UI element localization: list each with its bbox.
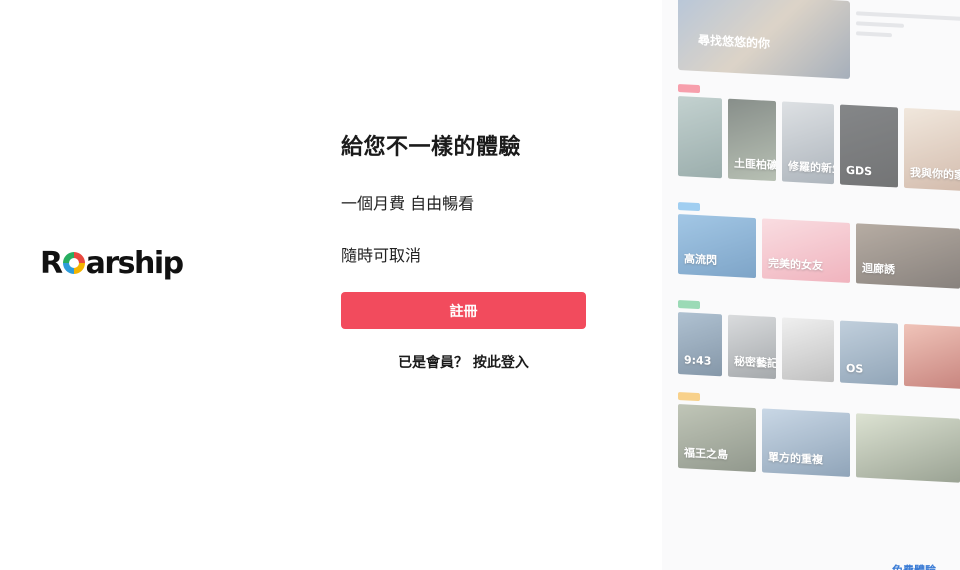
thumbnail-row: 9:43 秘密藝記 OS (678, 312, 960, 390)
thumbnail-row: 福王之島 單方的重複 (678, 404, 960, 483)
thumbnail-title: 修羅的新生 (788, 159, 834, 176)
collage-section: 福王之島 單方的重複 (678, 392, 960, 483)
show-thumbnail: GDS (840, 104, 898, 188)
thumbnail-title: 迴廊誘 (862, 261, 895, 277)
show-thumbnail (904, 323, 960, 390)
show-thumbnail: 高流閃 (678, 214, 756, 279)
logo-color-ring-icon (62, 252, 85, 274)
thumbnail-title: 秘密藝記 (734, 354, 776, 371)
content-preview-collage: 尋找悠悠的你 土匪柏礦團 修羅的新生 GDS 我與你的家高流閃 完美的女友 迴廊誘 9:43… (662, 0, 960, 570)
featured-description-lines (856, 11, 960, 47)
section-tag (678, 300, 700, 310)
section-tag (678, 202, 700, 212)
show-thumbnail: 秘密藝記 (728, 314, 776, 380)
show-thumbnail: 單方的重複 (762, 408, 850, 478)
show-thumbnail: 我與你的家 (904, 107, 960, 192)
thumbnail-title: GDS (846, 163, 873, 179)
thumbnail-title: 9:43 (684, 353, 712, 368)
featured-banner: 尋找悠悠的你 (678, 0, 850, 80)
section-tag (678, 84, 700, 94)
show-thumbnail: 福王之島 (678, 404, 756, 473)
thumbnail-row: 土匪柏礦團 修羅的新生 GDS 我與你的家 (678, 96, 960, 192)
thumbnail-title: 單方的重複 (768, 450, 823, 467)
free-trial-link[interactable]: 免費體驗 (892, 562, 936, 570)
show-thumbnail: 完美的女友 (762, 218, 850, 284)
thumbnail-title: 高流閃 (684, 252, 717, 268)
collage-section: 土匪柏礦團 修羅的新生 GDS 我與你的家 (678, 84, 960, 192)
roarship-logo: Rarship (40, 244, 184, 284)
thumbnail-title: 完美的女友 (768, 256, 823, 273)
hero-headline: 給您不一樣的體驗 (341, 135, 522, 160)
logo-wordmark: Rarship (40, 246, 184, 281)
hero-subline-monthly: 一個月費 自由暢看 (341, 194, 475, 213)
thumbnail-title: 土匪柏礦團 (734, 156, 776, 173)
thumbnail-title: 我與你的家 (910, 166, 960, 183)
featured-banner-title: 尋找悠悠的你 (698, 33, 771, 51)
show-thumbnail: 9:43 (678, 312, 722, 377)
show-thumbnail (782, 317, 834, 383)
collage-section: 高流閃 完美的女友 迴廊誘 (678, 202, 960, 289)
hero-subline-cancel: 隨時可取消 (341, 246, 422, 265)
collage-grid: 尋找悠悠的你 土匪柏礦團 修羅的新生 GDS 我與你的家高流閃 完美的女友 迴廊誘 9:43… (678, 0, 960, 483)
section-tag (678, 392, 700, 402)
show-thumbnail: 修羅的新生 (782, 101, 834, 185)
register-button[interactable]: 註冊 (341, 292, 586, 329)
thumbnail-title: 福王之島 (684, 446, 728, 462)
show-thumbnail: OS (840, 320, 898, 386)
show-thumbnail: 土匪柏礦團 (728, 98, 776, 182)
login-link[interactable]: 已是會員？ 按此登入 (341, 352, 586, 372)
show-thumbnail (678, 96, 722, 179)
thumbnail-title: OS (846, 361, 864, 376)
collage-section: 9:43 秘密藝記 OS (678, 300, 960, 390)
show-thumbnail (856, 413, 960, 483)
thumbnail-row: 高流閃 完美的女友 迴廊誘 (678, 214, 960, 289)
show-thumbnail: 迴廊誘 (856, 223, 960, 289)
